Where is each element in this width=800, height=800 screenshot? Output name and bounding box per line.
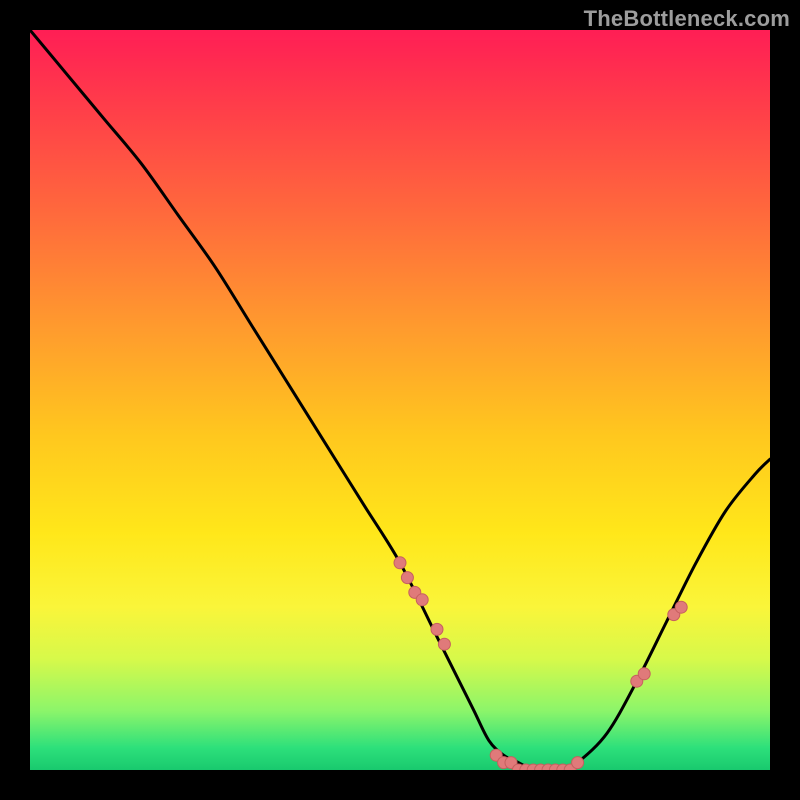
watermark-text: TheBottleneck.com (584, 6, 790, 32)
chart-root: TheBottleneck.com (0, 0, 800, 800)
highlight-dot (675, 601, 687, 613)
plot-area (30, 30, 770, 770)
highlight-dot (572, 757, 584, 769)
highlight-dot (438, 638, 450, 650)
highlight-dot (401, 572, 413, 584)
bottleneck-curve (30, 30, 770, 770)
highlight-dot (394, 557, 406, 569)
highlight-dot (431, 623, 443, 635)
curve-layer (30, 30, 770, 770)
highlight-dot (638, 668, 650, 680)
highlight-dot (416, 594, 428, 606)
